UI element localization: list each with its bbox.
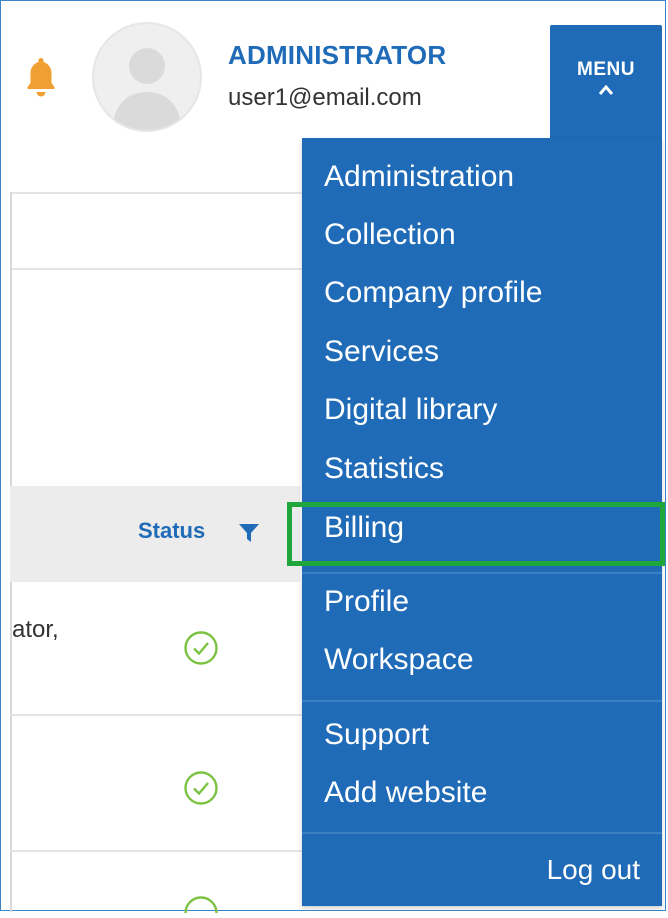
logout-link[interactable]: Log out bbox=[547, 854, 640, 886]
avatar[interactable] bbox=[92, 22, 202, 132]
status-column-header[interactable]: Status bbox=[138, 518, 205, 544]
status-check-icon bbox=[183, 630, 219, 671]
page-divider bbox=[10, 268, 302, 270]
menu-item-services[interactable]: Services bbox=[324, 335, 439, 369]
menu-item-profile[interactable]: Profile bbox=[324, 585, 409, 619]
filter-icon[interactable] bbox=[238, 522, 260, 549]
status-check-icon bbox=[183, 770, 219, 811]
user-role-label: ADMINISTRATOR bbox=[228, 40, 447, 70]
chevron-up-icon bbox=[550, 83, 662, 101]
status-check-icon bbox=[183, 895, 219, 918]
menu-button-label: MENU bbox=[577, 59, 635, 80]
menu-item-add-website[interactable]: Add website bbox=[324, 776, 487, 810]
menu-divider bbox=[302, 832, 662, 834]
menu-item-administration[interactable]: Administration bbox=[324, 160, 514, 194]
notification-bell-icon[interactable] bbox=[26, 56, 56, 105]
table-cell-text: ator, bbox=[12, 616, 59, 643]
menu-item-company-profile[interactable]: Company profile bbox=[324, 276, 542, 310]
table-row-divider bbox=[10, 850, 302, 852]
menu-divider bbox=[302, 572, 662, 574]
menu-button[interactable]: MENU bbox=[550, 25, 662, 140]
billing-highlight-box bbox=[287, 502, 665, 566]
menu-item-workspace[interactable]: Workspace bbox=[324, 643, 474, 677]
page-divider bbox=[10, 192, 302, 194]
menu-item-support[interactable]: Support bbox=[324, 718, 429, 752]
menu-divider bbox=[302, 700, 662, 702]
user-email-label: user1@email.com bbox=[228, 84, 422, 111]
menu-item-statistics[interactable]: Statistics bbox=[324, 452, 444, 486]
menu-item-collection[interactable]: Collection bbox=[324, 218, 456, 252]
table-row-divider bbox=[10, 714, 302, 716]
menu-item-digital-library[interactable]: Digital library bbox=[324, 393, 497, 427]
